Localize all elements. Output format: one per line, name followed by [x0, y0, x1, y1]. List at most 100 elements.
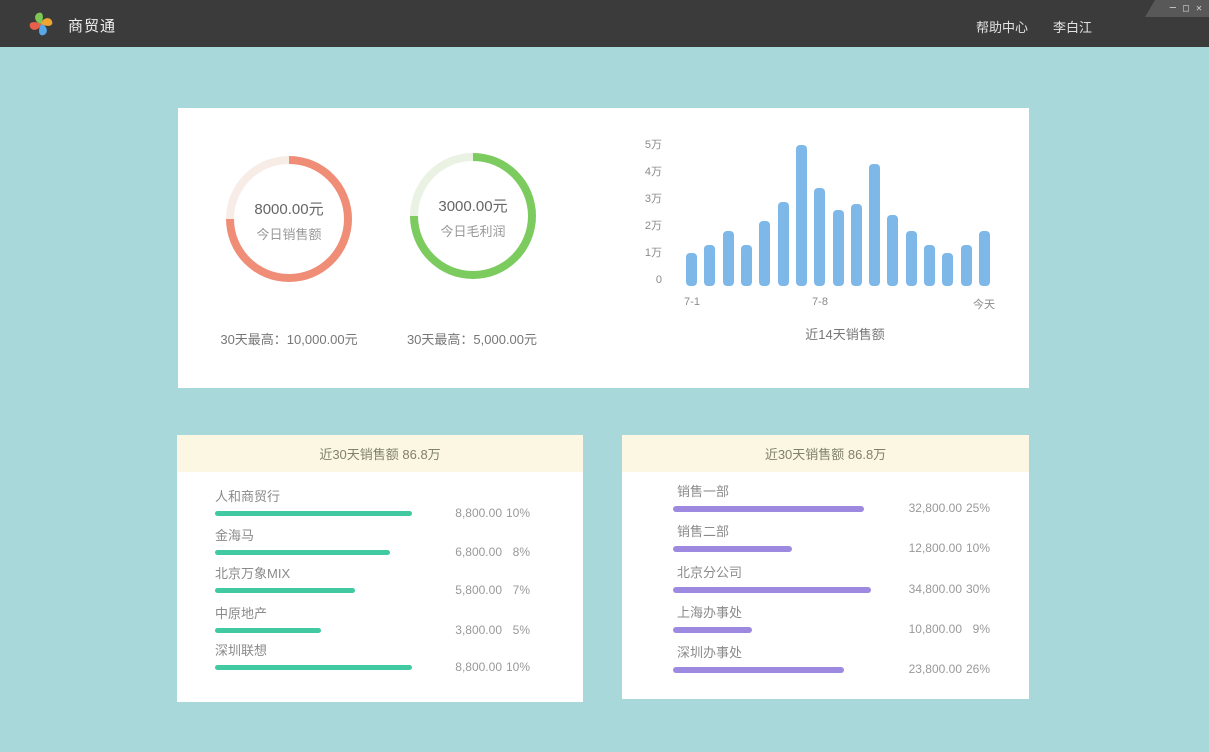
row-label: 销售二部	[677, 524, 1029, 540]
row-bar	[673, 587, 871, 593]
row-bar	[215, 588, 355, 593]
row-value: 32,800.00	[872, 501, 962, 515]
row-value: 8,800.00	[412, 506, 502, 520]
table-row: 中原地产 3,800.005%	[177, 606, 583, 644]
table-row: 销售二部 12,800.0010%	[622, 524, 1029, 562]
row-label: 销售一部	[677, 484, 1029, 500]
y-tick: 3万	[618, 193, 662, 205]
sales-bar	[979, 231, 990, 286]
sales-bar	[814, 188, 825, 286]
row-percent: 26%	[962, 662, 990, 676]
row-label: 金海马	[215, 528, 583, 544]
today-sales-label: 今日销售额	[226, 224, 352, 243]
row-percent: 25%	[962, 501, 990, 515]
table-row: 北京万象MIX 5,800.007%	[177, 566, 583, 604]
sales-bar	[759, 221, 770, 286]
table-row: 上海办事处 10,800.009%	[622, 605, 1029, 643]
department-sales-card: 近30天销售额 86.8万 销售一部 32,800.0025% 销售二部 12,…	[622, 435, 1029, 699]
row-percent: 7%	[502, 583, 530, 597]
row-percent: 5%	[502, 623, 530, 637]
sales-bar-chart	[686, 145, 990, 286]
customer-sales-card: 近30天销售额 86.8万 人和商贸行 8,800.0010% 金海马 6,80…	[177, 435, 583, 702]
row-value: 5,800.00	[412, 583, 502, 597]
app-title: 商贸通	[68, 15, 116, 36]
table-row: 金海马 6,800.008%	[177, 528, 583, 566]
sales-bar	[924, 245, 935, 286]
row-value: 12,800.00	[872, 541, 962, 555]
row-percent: 9%	[962, 622, 990, 636]
kpi-card: 8000.00元 今日销售额 3000.00元 今日毛利润 30天最高：10,0…	[178, 108, 1029, 388]
today-profit-label: 今日毛利润	[410, 221, 536, 240]
chart-title: 近14天销售额	[725, 324, 965, 343]
app-logo-pinwheel-icon	[26, 9, 56, 39]
today-sales-donut: 8000.00元 今日销售额	[226, 156, 352, 282]
table-row: 深圳办事处 23,800.0026%	[622, 645, 1029, 683]
sales-bar	[851, 204, 862, 286]
row-value: 23,800.00	[872, 662, 962, 676]
row-bar	[215, 550, 390, 555]
user-menu[interactable]: 李白江	[1053, 17, 1092, 36]
x-tick-last: 今天	[954, 296, 1014, 312]
row-percent: 10%	[502, 660, 530, 674]
y-tick: 0	[618, 274, 662, 286]
sales-bar	[704, 245, 715, 286]
sales-bar	[906, 231, 917, 286]
row-bar	[215, 511, 412, 516]
row-bar	[673, 506, 864, 512]
y-tick: 5万	[618, 139, 662, 151]
sales-bar	[741, 245, 752, 286]
maximize-icon[interactable]: □	[1183, 4, 1189, 14]
profit-30d-max-caption: 30天最高：5,000.00元	[352, 329, 592, 348]
topbar: 商贸通 帮助中心 李白江 ─ □ ✕	[0, 0, 1209, 47]
donut-hole	[418, 161, 528, 271]
x-tick-first: 7-1	[662, 296, 722, 308]
help-center-link[interactable]: 帮助中心	[976, 17, 1028, 36]
table-title: 近30天销售额 86.8万	[622, 435, 1029, 472]
sales-bar	[942, 253, 953, 286]
row-percent: 10%	[502, 506, 530, 520]
table-row: 深圳联想 8,800.0010%	[177, 643, 583, 681]
today-sales-value: 8000.00元	[226, 198, 352, 219]
sales-bar	[961, 245, 972, 286]
sales-bar	[686, 253, 697, 286]
row-percent: 10%	[962, 541, 990, 555]
row-label: 上海办事处	[677, 605, 1029, 621]
row-bar	[215, 628, 321, 633]
row-label: 深圳联想	[215, 643, 583, 659]
sales-bar	[833, 210, 844, 286]
row-label: 北京万象MIX	[215, 566, 583, 582]
row-label: 中原地产	[215, 606, 583, 622]
table-row: 人和商贸行 8,800.0010%	[177, 489, 583, 527]
row-value: 8,800.00	[412, 660, 502, 674]
app-window: 商贸通 帮助中心 李白江 ─ □ ✕ 8000.00元 今日销售额 3000.0…	[0, 0, 1209, 752]
x-tick-middle: 7-8	[790, 296, 850, 308]
row-bar	[673, 627, 752, 633]
row-value: 34,800.00	[872, 582, 962, 596]
sales-bar	[887, 215, 898, 286]
row-label: 深圳办事处	[677, 645, 1029, 661]
row-value: 10,800.00	[872, 622, 962, 636]
row-bar	[673, 546, 792, 552]
table-row: 北京分公司 34,800.0030%	[622, 565, 1029, 603]
minimize-icon[interactable]: ─	[1170, 4, 1176, 14]
sales-bar	[869, 164, 880, 286]
sales-bar	[796, 145, 807, 286]
y-tick: 4万	[618, 166, 662, 178]
table-title: 近30天销售额 86.8万	[177, 435, 583, 472]
row-label: 北京分公司	[677, 565, 1029, 581]
sales-bar	[723, 231, 734, 286]
row-value: 6,800.00	[412, 545, 502, 559]
row-percent: 8%	[502, 545, 530, 559]
row-bar	[673, 667, 844, 673]
today-profit-value: 3000.00元	[410, 195, 536, 216]
row-bar	[215, 665, 412, 670]
row-value: 3,800.00	[412, 623, 502, 637]
sales-bar	[778, 202, 789, 286]
row-percent: 30%	[962, 582, 990, 596]
table-row: 销售一部 32,800.0025%	[622, 484, 1029, 522]
close-icon[interactable]: ✕	[1196, 4, 1202, 14]
donut-hole	[234, 164, 344, 274]
today-profit-donut: 3000.00元 今日毛利润	[410, 153, 536, 279]
row-label: 人和商贸行	[215, 489, 583, 505]
window-controls: ─ □ ✕	[1145, 0, 1209, 17]
